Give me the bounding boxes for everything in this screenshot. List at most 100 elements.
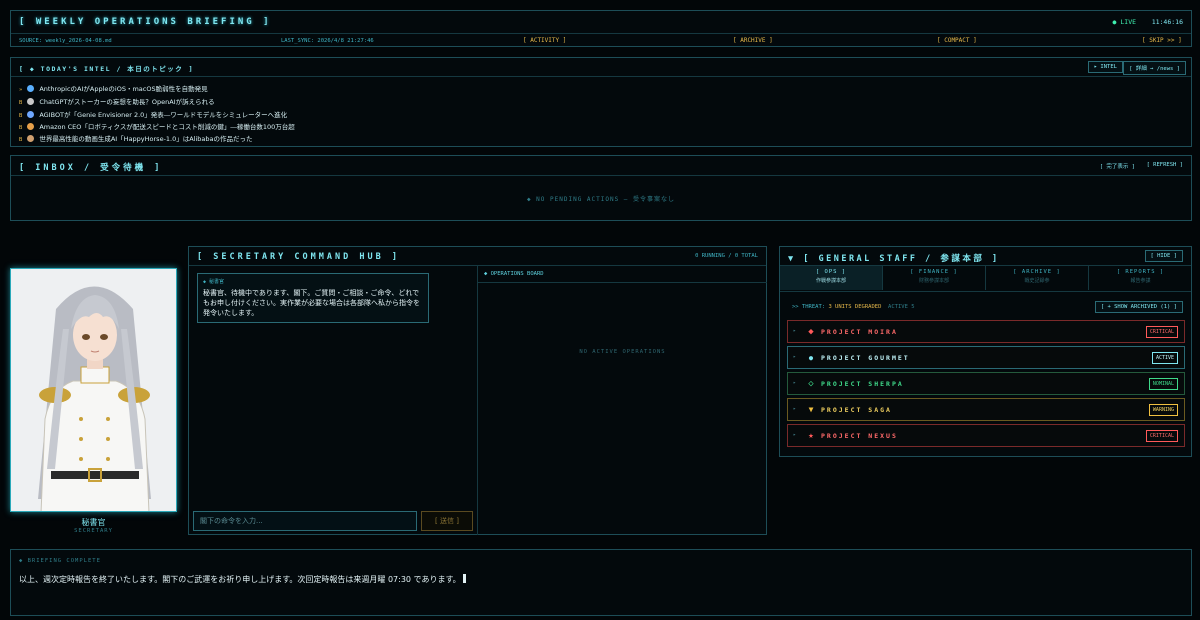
tab-ops[interactable]: [ OPS ] 作戦参謀本部 xyxy=(780,266,883,290)
active-count: ACTIVE 5 xyxy=(888,304,915,310)
intel-button[interactable]: ▸ INTEL xyxy=(1087,61,1123,73)
message-text: 秘書官、待機中であります、閣下。ご質問・ご相談・ご命令、どれでもお申し付けくださ… xyxy=(203,289,420,317)
footer-message: 以上、週次定時報告を終了いたします。閣下のご武運をお祈り申し上げます。次回定時報… xyxy=(19,574,466,585)
project-moira[interactable]: ▸ ◆ PROJECT MOIRA CRITICAL xyxy=(787,320,1185,343)
command-input[interactable] xyxy=(193,511,417,531)
chevron-right-icon: ▸ xyxy=(793,328,797,334)
header-subbar: SOURCE: weekly_2026-04-08.md LAST_SYNC: … xyxy=(11,33,1191,47)
clock: 11:46:16 xyxy=(1151,18,1183,26)
text-cursor xyxy=(462,574,466,583)
send-button[interactable]: [ 送信 ] xyxy=(421,511,473,531)
tab-sublabel: 戦史記録参 xyxy=(1024,278,1050,284)
operations-empty-message: NO ACTIVE OPERATIONS xyxy=(579,349,666,355)
status-badge: CRITICAL xyxy=(1145,430,1178,442)
footer-message-text: 以上、週次定時報告を終了いたします。閣下のご武運をお祈り申し上げます。次回定時報… xyxy=(19,575,461,584)
news-item[interactable]: B AGIBOTが「Genie Envisioner 2.0」発表―ワールドモデル… xyxy=(19,109,287,119)
header-panel: [ WEEKLY OPERATIONS BRIEFING ] ● LIVE 11… xyxy=(10,10,1192,47)
project-name: PROJECT SHERPA xyxy=(821,380,904,388)
status-badge: WARNING xyxy=(1148,404,1178,416)
status-badge: NOMINAL xyxy=(1148,378,1178,390)
tab-sublabel: 報告参謀 xyxy=(1130,278,1151,284)
operations-board: ◆ OPERATIONS BOARD NO ACTIVE OPERATIONS xyxy=(477,265,767,535)
tab-label: [ FINANCE ] xyxy=(910,269,958,275)
project-nexus[interactable]: ▸ ★ PROJECT NEXUS CRITICAL xyxy=(787,424,1185,447)
general-staff-panel: ▼ [ GENERAL STAFF / 参謀本部 ] [ HIDE ] [ OP… xyxy=(779,246,1192,457)
news-text: 世界最高性能の動画生成AI「HappyHorse-1.0」はAlibabaの作品… xyxy=(39,135,253,143)
shield-icon xyxy=(27,85,35,92)
show-completed-button[interactable]: [ 完了表示 ] xyxy=(1100,162,1135,170)
divider xyxy=(11,175,1191,176)
briefing-footer: ◆ BRIEFING COMPLETE 以上、週次定時報告を終了いたします。閣下… xyxy=(10,549,1192,616)
last-sync: LAST_SYNC: 2026/4/8 21:27:46 xyxy=(281,38,374,44)
news-item[interactable]: » AnthropicのAIがAppleのiOS・macOS脆弱性を自動発見 xyxy=(19,83,208,93)
secretary-name: 秘書官 xyxy=(81,518,106,527)
skip-button[interactable]: [ SKIP >> ] xyxy=(1142,37,1182,44)
tab-archive[interactable]: [ ARCHIVE ] 戦史記録参 xyxy=(986,266,1089,290)
status-badge: ACTIVE xyxy=(1151,352,1178,364)
chevron-right-icon: ▸ xyxy=(793,432,797,438)
intel-panel: [ ◆ TODAY'S INTEL / 本日のトピック ] ▸ INTEL [ … xyxy=(10,57,1192,147)
dot-icon: ● xyxy=(808,354,814,362)
news-marker: » xyxy=(19,87,23,93)
show-archived-button[interactable]: [ + SHOW ARCHIVED (1) ] xyxy=(1094,301,1183,313)
news-marker: B xyxy=(19,137,23,143)
chevron-right-icon: ▸ xyxy=(793,354,797,360)
triangle-down-icon: ▼ xyxy=(808,405,814,414)
live-label: ● LIVE xyxy=(1112,18,1137,26)
news-item[interactable]: B 世界最高性能の動画生成AI「HappyHorse-1.0」はAlibabaの作… xyxy=(19,133,253,143)
divider xyxy=(780,291,1191,292)
hide-button[interactable]: [ HIDE ] xyxy=(1144,250,1183,262)
news-item[interactable]: B Amazon CEO「ロボティクスが配送スピードとコスト削減の鍵」―稼働台数1… xyxy=(19,121,295,131)
secretary-illustration xyxy=(11,269,176,511)
running-count: 0 RUNNING / 0 TOTAL xyxy=(695,253,758,259)
threat-value: 3 UNITS DEGRADED xyxy=(828,304,882,310)
project-name: PROJECT GOURMET xyxy=(821,354,910,362)
secretary-portrait xyxy=(10,268,177,512)
secretary-message: ◆ 秘書官 秘書官、待機中であります、閣下。ご質問・ご相談・ご命令、どれでもお申… xyxy=(197,273,429,323)
tab-label: [ OPS ] xyxy=(815,269,847,275)
diamond-icon: ◆ xyxy=(808,327,814,337)
news-text: Amazon CEO「ロボティクスが配送スピードとコスト削減の鍵」―稼働台数10… xyxy=(39,123,295,131)
tab-finance[interactable]: [ FINANCE ] 財務参謀本部 xyxy=(883,266,986,290)
tab-reports[interactable]: [ REPORTS ] 報告参謀 xyxy=(1089,266,1192,290)
archive-button[interactable]: [ ARCHIVE ] xyxy=(733,37,773,44)
staff-title[interactable]: ▼ [ GENERAL STAFF / 参謀本部 ] xyxy=(788,252,1000,264)
news-text: ChatGPTがストーカーの妄想を助長？OpenAIが訴えられる xyxy=(39,98,215,106)
project-saga[interactable]: ▸ ▼ PROJECT SAGA WARNING xyxy=(787,398,1185,421)
news-text: AGIBOTが「Genie Envisioner 2.0」発表―ワールドモデルを… xyxy=(39,111,288,119)
refresh-button[interactable]: [ REFRESH ] xyxy=(1147,162,1183,168)
news-marker: B xyxy=(19,100,23,106)
compact-button[interactable]: [ COMPACT ] xyxy=(937,37,977,44)
news-item[interactable]: B ChatGPTがストーカーの妄想を助長？OpenAIが訴えられる xyxy=(19,96,215,106)
threat-label: >> THREAT: xyxy=(792,304,826,310)
operations-board-title: ◆ OPERATIONS BOARD xyxy=(484,271,544,277)
project-name: PROJECT NEXUS xyxy=(821,432,898,440)
chevron-right-icon: ▸ xyxy=(793,406,797,412)
star-icon: ★ xyxy=(808,431,814,441)
inbox-panel: [ INBOX / 受令待機 ] [ 完了表示 ] [ REFRESH ] ◆ … xyxy=(10,155,1192,221)
source-file: SOURCE: weekly_2026-04-08.md xyxy=(19,38,112,44)
diamond-outline-icon: ◇ xyxy=(808,379,814,389)
news-text: AnthropicのAIがAppleのiOS・macOS脆弱性を自動発見 xyxy=(39,85,208,93)
status-badge: CRITICAL xyxy=(1145,326,1178,338)
inbox-title: [ INBOX / 受令待機 ] xyxy=(19,163,163,173)
footer-label: ◆ BRIEFING COMPLETE xyxy=(19,558,101,564)
tab-sublabel: 作戦参謀本部 xyxy=(815,278,846,284)
intel-title: [ ◆ TODAY'S INTEL / 本日のトピック ] xyxy=(19,65,195,73)
divider xyxy=(11,76,1191,77)
project-name: PROJECT SAGA xyxy=(821,406,892,414)
threat-summary: >> THREAT: 3 UNITS DEGRADED ACTIVE 5 xyxy=(792,304,915,310)
inbox-empty-message: ◆ NO PENDING ACTIONS — 受令事案なし xyxy=(526,196,676,203)
video-icon xyxy=(27,135,35,142)
live-indicator: ● LIVE 11:46:16 xyxy=(1113,18,1183,26)
project-sherpa[interactable]: ▸ ◇ PROJECT SHERPA NOMINAL xyxy=(787,372,1185,395)
project-gourmet[interactable]: ▸ ● PROJECT GOURMET ACTIVE xyxy=(787,346,1185,369)
news-detail-button[interactable]: [ 詳細 → /news ] xyxy=(1123,61,1186,75)
message-sender: ◆ 秘書官 xyxy=(203,279,225,285)
news-marker: B xyxy=(19,113,23,119)
project-name: PROJECT MOIRA xyxy=(821,328,898,336)
box-icon xyxy=(27,123,35,130)
hub-title: [ SECRETARY COMMAND HUB ] xyxy=(197,252,400,262)
chevron-right-icon: ▸ xyxy=(793,380,797,386)
activity-button[interactable]: [ ACTIVITY ] xyxy=(523,37,566,44)
